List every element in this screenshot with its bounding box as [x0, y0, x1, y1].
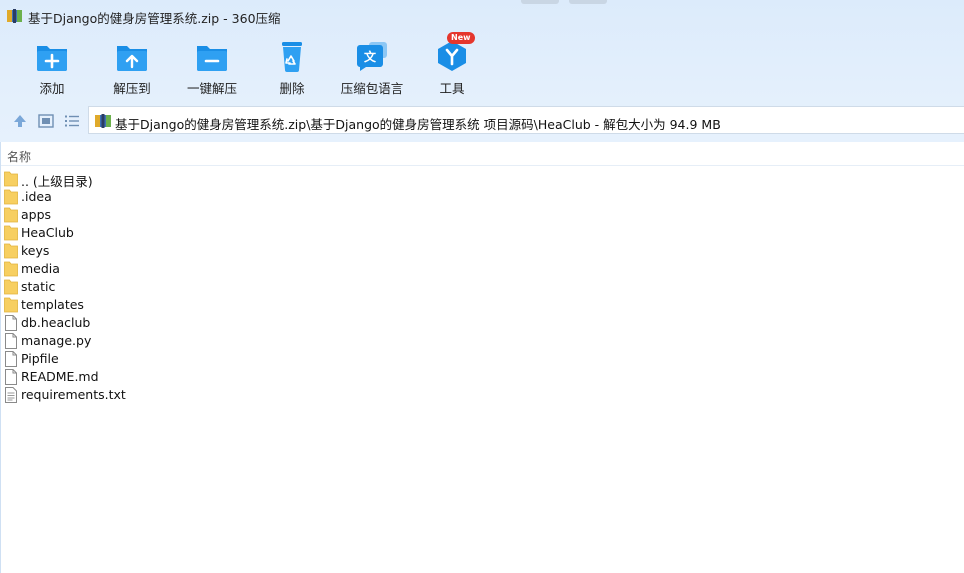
- header-divider: [0, 165, 964, 166]
- folder-row[interactable]: templates: [4, 296, 304, 314]
- folder-icon: [4, 171, 18, 187]
- folder-row[interactable]: static: [4, 278, 304, 296]
- extract-to-icon: [117, 46, 147, 71]
- file-name: media: [21, 261, 60, 276]
- one-click-extract-button-label: 一键解压: [186, 81, 237, 96]
- extract-to-button-label: 解压到: [113, 81, 151, 96]
- title-bar-tab: [569, 0, 607, 4]
- file-row[interactable]: README.md: [4, 368, 304, 386]
- language-button-label: 压缩包语言: [340, 81, 404, 96]
- file-name: Pipfile: [21, 351, 59, 366]
- svg-text:文: 文: [364, 49, 377, 64]
- add-folder-icon: [37, 46, 67, 71]
- folder-icon: [4, 279, 18, 295]
- language-button[interactable]: 文 压缩包语言: [334, 38, 410, 98]
- folder-row[interactable]: .. (上级目录): [4, 170, 304, 189]
- delete-button[interactable]: 删除: [254, 38, 330, 98]
- one-click-extract-button[interactable]: 一键解压: [174, 38, 250, 98]
- file-name: db.heaclub: [21, 315, 91, 330]
- up-arrow-icon[interactable]: [11, 112, 29, 130]
- file-row[interactable]: db.heaclub: [4, 314, 304, 332]
- file-row[interactable]: manage.py: [4, 332, 304, 350]
- folder-row[interactable]: .idea: [4, 188, 304, 206]
- file-list: 名称 .. (上级目录) .idea apps HeaClub keys media sta…: [0, 142, 964, 573]
- title-bar: 基于Django的健身房管理系统.zip - 360压缩: [0, 0, 964, 32]
- list-view-icon[interactable]: [63, 112, 81, 130]
- window-title: 基于Django的健身房管理系统.zip - 360压缩: [28, 11, 281, 26]
- file-row[interactable]: requirements.txt: [4, 386, 304, 404]
- file-name: HeaClub: [21, 225, 74, 240]
- add-button[interactable]: 添加: [14, 38, 90, 98]
- tools-icon: [438, 41, 466, 71]
- folder-row[interactable]: media: [4, 260, 304, 278]
- file-name: README.md: [21, 369, 99, 384]
- column-header-name[interactable]: 名称: [7, 148, 31, 165]
- folder-icon: [4, 225, 18, 241]
- language-icon: 文: [357, 42, 387, 71]
- address-path: 基于Django的健身房管理系统.zip\基于Django的健身房管理系统 项目…: [115, 117, 721, 132]
- title-bar-tab: [521, 0, 559, 4]
- archive-icon: [7, 9, 22, 23]
- file-icon: [5, 315, 17, 331]
- address-bar[interactable]: 基于Django的健身房管理系统.zip\基于Django的健身房管理系统 项目…: [88, 106, 964, 134]
- file-icon: [5, 369, 17, 385]
- archive-icon: [95, 114, 111, 128]
- thumbnail-view-icon[interactable]: [37, 112, 55, 130]
- recycle-bin-icon: [282, 42, 302, 72]
- folder-row[interactable]: apps: [4, 206, 304, 224]
- folder-row[interactable]: keys: [4, 242, 304, 260]
- folder-icon: [4, 189, 18, 205]
- list-border: [0, 142, 1, 573]
- tools-button[interactable]: New 工具: [414, 32, 490, 98]
- delete-button-label: 删除: [279, 81, 305, 96]
- file-icon: [5, 351, 17, 367]
- one-click-extract-icon: [197, 46, 227, 71]
- add-button-label: 添加: [39, 81, 65, 96]
- file-name: templates: [21, 297, 84, 312]
- file-name: requirements.txt: [21, 387, 126, 402]
- new-badge: New: [447, 32, 475, 44]
- file-name: apps: [21, 207, 52, 222]
- file-name: static: [21, 279, 56, 294]
- file-icon: [5, 333, 17, 349]
- file-name: manage.py: [21, 333, 92, 348]
- text-file-icon: [5, 387, 17, 403]
- file-row[interactable]: Pipfile: [4, 350, 304, 368]
- file-name: keys: [21, 243, 50, 258]
- folder-icon: [4, 243, 18, 259]
- file-name: .idea: [21, 189, 52, 204]
- folder-row[interactable]: HeaClub: [4, 224, 304, 242]
- folder-icon: [4, 261, 18, 277]
- extract-to-button[interactable]: 解压到: [94, 38, 170, 98]
- folder-icon: [4, 297, 18, 313]
- folder-icon: [4, 207, 18, 223]
- tools-button-label: 工具: [439, 81, 465, 96]
